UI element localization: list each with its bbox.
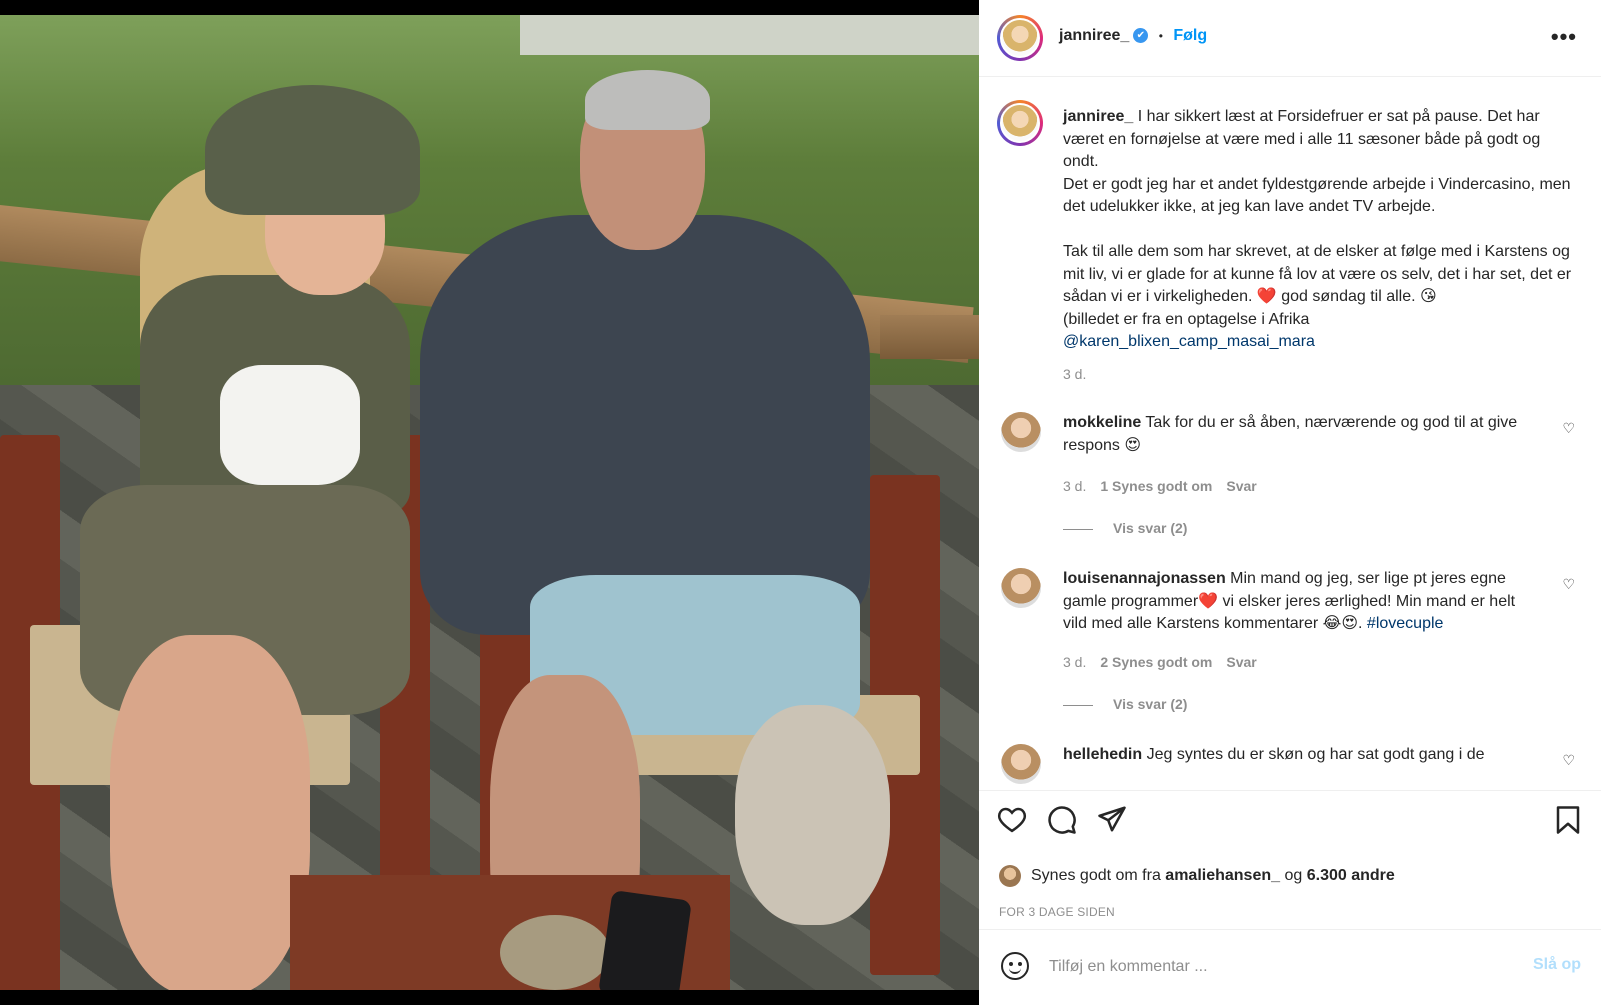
liker-avatar[interactable]: [999, 865, 1021, 887]
comment-avatar[interactable]: [1001, 568, 1041, 608]
view-replies-button[interactable]: Vis svar (2): [1063, 520, 1187, 536]
bookmark-icon[interactable]: [1555, 805, 1581, 840]
heart-emoji: ❤️: [1198, 592, 1219, 610]
more-options-icon[interactable]: •••: [1551, 24, 1577, 50]
comment-body: louisenannajonassen Min mand og jeg, ser…: [1063, 568, 1533, 636]
photo-background-water: [520, 15, 979, 55]
post-side-panel: janniree_ ✔ • Følg ••• janniree_ I har si…: [979, 0, 1601, 1005]
comment-time[interactable]: 3 d.: [1063, 478, 1086, 494]
comment-reply-button[interactable]: Svar: [1226, 654, 1256, 670]
likes-joiner: og: [1284, 867, 1303, 885]
comment-username[interactable]: mokkeline: [1063, 414, 1141, 431]
photo-man-sweater: [420, 215, 870, 635]
photo-man-hair: [585, 70, 710, 130]
heart-icon[interactable]: [997, 805, 1027, 838]
comment-icon[interactable]: [1047, 805, 1077, 840]
photo-stone: [500, 915, 610, 990]
photo-woman-hat: [205, 85, 420, 215]
comment-like-heart-outline-icon[interactable]: ♡: [1562, 420, 1575, 437]
likes-prefix: Synes godt om fra: [1031, 867, 1161, 885]
view-replies-button[interactable]: Vis svar (2): [1063, 696, 1187, 712]
post-comment-button[interactable]: Slå op: [1533, 956, 1581, 974]
likes-others[interactable]: 6.300 andre: [1307, 867, 1395, 884]
comment-likes[interactable]: 1 Synes godt om: [1100, 478, 1212, 494]
photo-woman-leg: [110, 635, 310, 990]
photo-fence-post: [880, 315, 979, 359]
send-icon[interactable]: [1097, 805, 1127, 838]
comment-username[interactable]: hellehedin: [1063, 746, 1142, 763]
emoji-icon[interactable]: [1001, 952, 1029, 980]
caption-text: I har sikkert læst at Forsidefruer er sa…: [1063, 108, 1572, 305]
photo-phone: [598, 889, 692, 990]
caption-time[interactable]: 3 d.: [1063, 366, 1086, 382]
comment-likes[interactable]: 2 Synes godt om: [1100, 654, 1212, 670]
comment-reply-button[interactable]: Svar: [1226, 478, 1256, 494]
caption-text-block: janniree_ I har sikkert læst at Forsidef…: [1063, 106, 1578, 354]
author-username[interactable]: janniree_: [1059, 27, 1129, 44]
likes-summary: Synes godt om fra amaliehansen_ og 6.300…: [999, 865, 1395, 887]
liker-username[interactable]: amaliehansen_: [1165, 867, 1280, 884]
photo-woman-top: [220, 365, 360, 485]
separator-dot: •: [1158, 29, 1163, 43]
comment-meta: 3 d. 2 Synes godt om Svar: [1063, 654, 1257, 670]
comment-text: Jeg syntes du er skøn og har sat godt ga…: [1146, 746, 1485, 763]
comment-time[interactable]: 3 d.: [1063, 654, 1086, 670]
add-comment-bar: Slå op: [979, 929, 1601, 1005]
comment-body: hellehedin Jeg syntes du er skøn og har …: [1063, 744, 1533, 767]
comment-meta: 3 d. 1 Synes godt om Svar: [1063, 478, 1257, 494]
author-avatar[interactable]: [997, 15, 1043, 61]
verified-badge-icon: ✔: [1133, 28, 1149, 44]
comment-avatar[interactable]: [1001, 744, 1041, 784]
post-header: janniree_ ✔ • Følg •••: [979, 0, 1601, 77]
caption-avatar[interactable]: [997, 100, 1043, 146]
author-line: janniree_ ✔ • Følg: [1059, 27, 1207, 45]
comment-body: mokkeline Tak for du er så åben, nærvære…: [1063, 412, 1533, 457]
post-photo[interactable]: [0, 15, 979, 990]
heart-emoji: ❤️: [1256, 288, 1277, 305]
comments-list[interactable]: janniree_ I har sikkert læst at Forsidef…: [979, 78, 1601, 790]
comment-like-heart-outline-icon[interactable]: ♡: [1562, 752, 1575, 769]
post-actions: Synes godt om fra amaliehansen_ og 6.300…: [979, 790, 1601, 1005]
posted-ago[interactable]: FOR 3 DAGE SIDEN: [999, 905, 1115, 919]
comment-avatar[interactable]: [1001, 412, 1041, 452]
comment-hashtag[interactable]: #lovecuple: [1367, 615, 1444, 632]
comment-like-heart-outline-icon[interactable]: ♡: [1562, 576, 1575, 593]
caption-mention[interactable]: @karen_blixen_camp_masai_mara: [1063, 333, 1315, 350]
comment-input[interactable]: [1049, 952, 1489, 982]
photo-man-cap: [735, 705, 890, 925]
caption-username[interactable]: janniree_: [1063, 108, 1133, 125]
comment-username[interactable]: louisenannajonassen: [1063, 570, 1226, 587]
follow-button[interactable]: Følg: [1173, 27, 1207, 44]
